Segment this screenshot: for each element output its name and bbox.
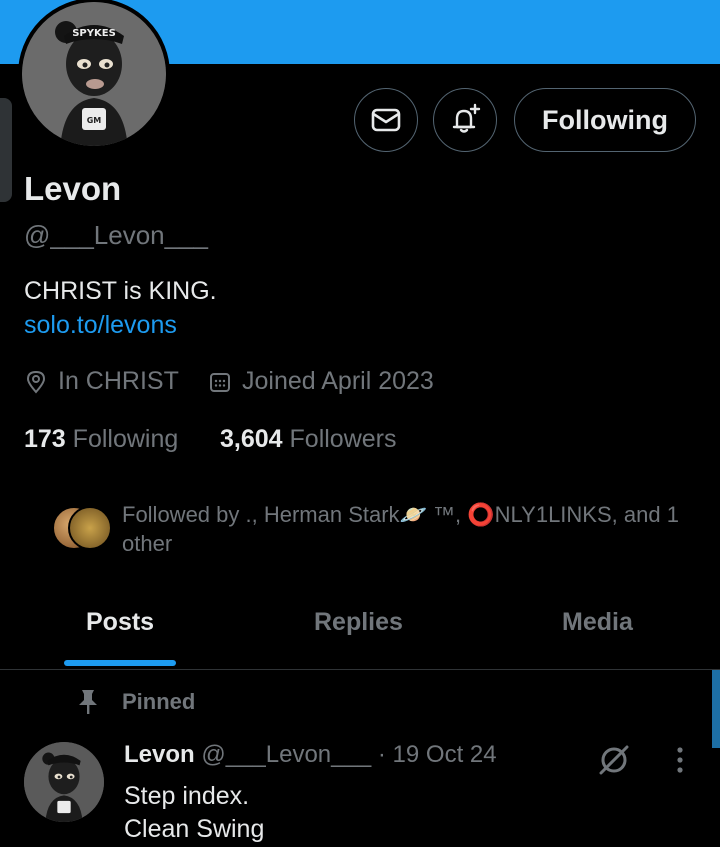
- location-pin-icon: [26, 370, 46, 394]
- following-button[interactable]: Following: [514, 88, 696, 152]
- tab-media[interactable]: Media: [562, 608, 633, 637]
- profile-name: Levon: [24, 170, 122, 207]
- post-date[interactable]: · 19 Oct 24: [378, 741, 497, 768]
- following-count: 173: [24, 425, 66, 453]
- profile-joined: Joined April 2023: [208, 367, 434, 396]
- following-stat[interactable]: 173 Following: [24, 425, 178, 454]
- post-author-avatar[interactable]: [24, 742, 104, 822]
- followed-by-avatars[interactable]: [52, 503, 114, 553]
- profile-avatar[interactable]: SPYKES GM: [18, 0, 170, 150]
- post-text-line: Step index.: [124, 782, 250, 810]
- post-text[interactable]: Step index. Clean Swing: [124, 780, 264, 846]
- profile-link[interactable]: solo.to/levons: [24, 311, 177, 340]
- post-header: Levon @___Levon___ · 19 Oct 24: [124, 741, 497, 769]
- tab-posts[interactable]: Posts: [86, 608, 154, 637]
- profile-location: In CHRIST: [24, 367, 179, 396]
- tab-replies[interactable]: Replies: [314, 608, 403, 637]
- profile-handle: @___Levon___: [24, 220, 208, 250]
- followers-label: Followers: [289, 425, 397, 453]
- follower-avatar: [68, 506, 112, 550]
- post-author-handle[interactable]: @___Levon___: [201, 741, 371, 768]
- avatar-mug-text: GM: [87, 116, 102, 125]
- bell-plus-icon: [452, 103, 481, 133]
- profile-tabs: Posts Replies Media: [0, 588, 720, 670]
- notify-button[interactable]: [433, 88, 497, 152]
- followed-by-text[interactable]: Followed by ., Herman Stark🪐 ™, ⭕NLY1LIN…: [122, 500, 692, 558]
- profile-bio: CHRIST is KING.: [24, 277, 217, 305]
- more-options-icon[interactable]: [666, 742, 694, 778]
- pin-icon: [79, 690, 97, 714]
- following-label: Following: [72, 425, 179, 453]
- joined-text: Joined April 2023: [242, 367, 434, 395]
- pinned-label: Pinned: [122, 689, 196, 714]
- scrollbar[interactable]: [712, 670, 720, 748]
- side-scroll-handle[interactable]: [0, 98, 12, 202]
- post-author-name[interactable]: Levon: [124, 741, 195, 768]
- calendar-icon: [210, 372, 230, 392]
- mail-icon: [371, 108, 401, 132]
- active-tab-indicator: [64, 660, 176, 666]
- location-text: In CHRIST: [58, 367, 179, 395]
- post-text-line: Clean Swing: [124, 815, 265, 843]
- grok-icon[interactable]: [596, 742, 632, 778]
- pinned-indicator: Pinned: [76, 688, 195, 716]
- message-button[interactable]: [354, 88, 418, 152]
- avatar-cap-text: SPYKES: [72, 28, 116, 39]
- followers-count: 3,604: [220, 425, 283, 453]
- followers-stat[interactable]: 3,604 Followers: [220, 425, 397, 454]
